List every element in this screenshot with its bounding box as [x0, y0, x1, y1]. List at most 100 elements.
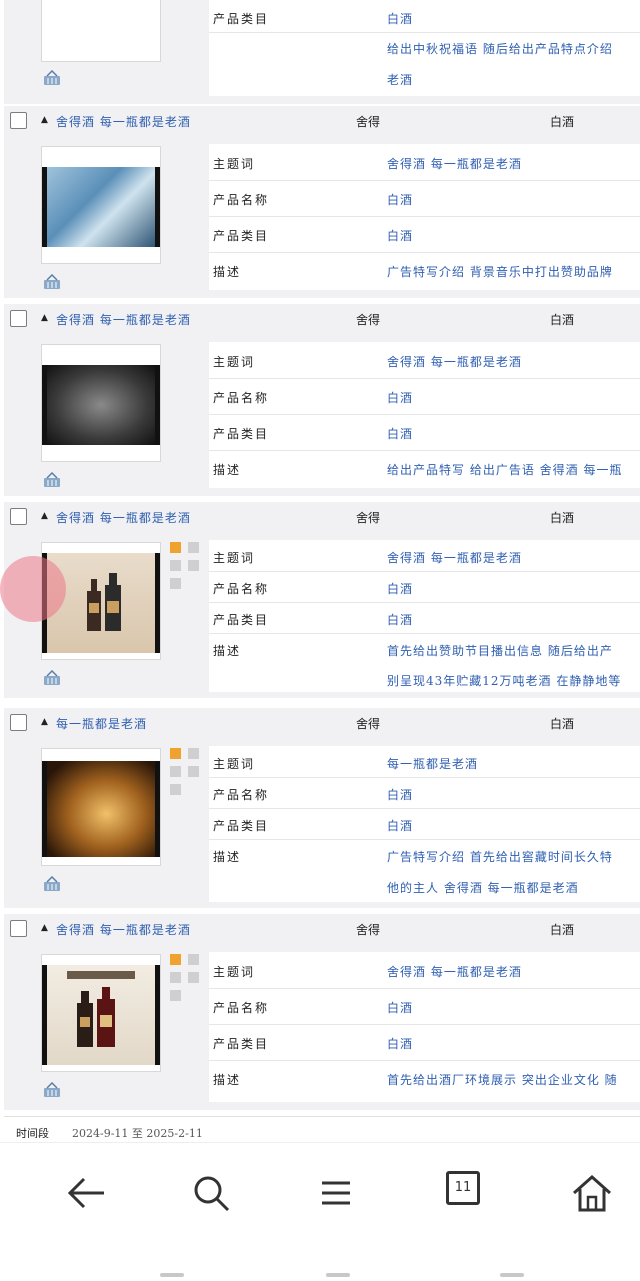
- search-button[interactable]: [182, 1167, 242, 1219]
- field-value-category[interactable]: 白酒: [387, 1035, 413, 1052]
- description-line[interactable]: 给出中秋祝福语 随后给出产品特点介绍: [387, 40, 613, 57]
- time-range-bar: 时间段 2024-9-11 至 2025-2-11: [4, 1116, 640, 1138]
- field-value-product-name[interactable]: 白酒: [387, 999, 413, 1016]
- marker-square: [170, 578, 181, 589]
- field-value-description[interactable]: 他的主人 舍得酒 每一瓶都是老酒: [387, 879, 579, 896]
- field-label-product-name: 产品名称: [213, 582, 270, 596]
- bottle-image-icon: [87, 573, 121, 631]
- collapse-triangle-icon[interactable]: ▲: [41, 923, 48, 933]
- field-label-description: 描述: [213, 850, 242, 864]
- marker-square: [188, 560, 199, 571]
- field-value-category[interactable]: 白酒: [387, 425, 413, 442]
- browser-bottom-nav: 11: [0, 1142, 640, 1281]
- basket-icon[interactable]: [42, 1082, 62, 1098]
- basket-icon[interactable]: [42, 876, 62, 892]
- field-label-category: 产品类目: [213, 12, 270, 26]
- field-value-description[interactable]: 别呈现43年贮藏12万吨老酒 在静静地等: [387, 672, 621, 689]
- collapse-triangle-icon[interactable]: ▲: [41, 511, 48, 521]
- marker-square: [170, 766, 181, 777]
- field-label-category: 产品类目: [213, 1037, 270, 1051]
- field-label-description: 描述: [213, 1073, 242, 1087]
- marker-square: [170, 972, 181, 983]
- record-fields: 主题词 舍得酒 每一瓶都是老酒 产品名称 白酒 产品类目 白酒 描述 广告特写介…: [209, 144, 640, 290]
- watermark-text: 元之谜中心: [48, 36, 129, 54]
- menu-button[interactable]: [306, 1167, 366, 1219]
- field-label-keyword: 主题词: [213, 965, 256, 979]
- back-arrow-icon: [67, 1177, 104, 1209]
- select-checkbox[interactable]: [10, 920, 27, 937]
- record-fields: 主题词 每一瓶都是老酒 产品名称 白酒 产品类目 白酒 描述 广告特写介绍 首先…: [209, 746, 640, 902]
- field-value-description[interactable]: 给出产品特写 给出广告语 舍得酒 每一瓶: [387, 461, 622, 478]
- product-thumbnail[interactable]: [41, 954, 161, 1072]
- record-category: 白酒: [550, 313, 575, 327]
- field-value-description[interactable]: 广告特写介绍 背景音乐中打出赞助品牌: [387, 263, 613, 280]
- field-value-keyword[interactable]: 每一瓶都是老酒: [387, 755, 478, 772]
- record-header: ▲ 舍得酒 每一瓶都是老酒 舍得 白酒: [4, 304, 640, 336]
- field-value-category[interactable]: 白酒: [387, 10, 413, 27]
- field-value-product-name[interactable]: 白酒: [387, 786, 413, 803]
- record-category: 白酒: [550, 511, 575, 525]
- record-item: ▲ 每一瓶都是老酒 舍得 白酒 主题词 每一瓶都是老酒 产品名称 白酒 产品类目…: [4, 708, 640, 908]
- field-value-keyword[interactable]: 舍得酒 每一瓶都是老酒: [387, 155, 522, 172]
- marker-square: [188, 954, 199, 965]
- record-brand: 舍得: [356, 115, 381, 129]
- field-value-keyword[interactable]: 舍得酒 每一瓶都是老酒: [387, 549, 522, 566]
- bottle-image-icon: [67, 971, 135, 1047]
- record-title-link[interactable]: 每一瓶都是老酒: [56, 715, 147, 732]
- field-value-product-name[interactable]: 白酒: [387, 191, 413, 208]
- field-label-keyword: 主题词: [213, 551, 256, 565]
- basket-icon[interactable]: [42, 472, 62, 488]
- field-value-description[interactable]: 首先给出赞助节目播出信息 随后给出产: [387, 642, 613, 659]
- search-icon: [194, 1176, 230, 1212]
- select-checkbox[interactable]: [10, 508, 27, 525]
- back-button[interactable]: [56, 1167, 116, 1219]
- description-line[interactable]: 老酒: [387, 71, 413, 88]
- select-checkbox[interactable]: [10, 714, 27, 731]
- gesture-bar: [500, 1273, 524, 1277]
- field-label-product-name: 产品名称: [213, 1001, 270, 1015]
- time-range-value[interactable]: 2024-9-11 至 2025-2-11: [72, 1125, 203, 1138]
- record-fields: 主题词 舍得酒 每一瓶都是老酒 产品名称 白酒 产品类目 白酒 描述 给出产品特…: [209, 342, 640, 488]
- record-fields: 主题词 舍得酒 每一瓶都是老酒 产品名称 白酒 产品类目 白酒 描述 首先给出赞…: [209, 540, 640, 692]
- field-value-description[interactable]: 广告特写介绍 首先给出窖藏时间长久特: [387, 848, 613, 865]
- record-item: ▲ 舍得酒 每一瓶都是老酒 舍得 白酒 主题词 舍得酒 每一瓶都是老酒 产品名称…: [4, 304, 640, 496]
- basket-icon[interactable]: [42, 70, 62, 86]
- field-value-product-name[interactable]: 白酒: [387, 580, 413, 597]
- record-title-link[interactable]: 舍得酒 每一瓶都是老酒: [56, 921, 191, 938]
- field-value-description[interactable]: 首先给出酒厂环境展示 突出企业文化 随: [387, 1071, 618, 1088]
- select-checkbox[interactable]: [10, 112, 27, 129]
- marker-square: [170, 954, 181, 965]
- record-category: 白酒: [550, 115, 575, 129]
- field-label-category: 产品类目: [213, 819, 270, 833]
- record-header: ▲ 每一瓶都是老酒 舍得 白酒: [4, 708, 640, 740]
- field-label-category: 产品类目: [213, 427, 270, 441]
- record-title-link[interactable]: 舍得酒 每一瓶都是老酒: [56, 113, 191, 130]
- collapse-triangle-icon[interactable]: ▲: [41, 717, 48, 727]
- gesture-bar: [160, 1273, 184, 1277]
- record-title-link[interactable]: 舍得酒 每一瓶都是老酒: [56, 509, 191, 526]
- field-value-category[interactable]: 白酒: [387, 611, 413, 628]
- field-value-keyword[interactable]: 舍得酒 每一瓶都是老酒: [387, 353, 522, 370]
- collapse-triangle-icon[interactable]: ▲: [41, 313, 48, 323]
- product-thumbnail[interactable]: [41, 748, 161, 866]
- basket-icon[interactable]: [42, 670, 62, 686]
- record-partial: 元之谜中心 产品类目 白酒 给出中秋祝福语 随后给出产品特点介绍 老酒: [4, 0, 640, 104]
- field-value-product-name[interactable]: 白酒: [387, 389, 413, 406]
- record-brand: 舍得: [356, 313, 381, 327]
- field-label-description: 描述: [213, 463, 242, 477]
- record-title-link[interactable]: 舍得酒 每一瓶都是老酒: [56, 311, 191, 328]
- product-thumbnail[interactable]: [41, 344, 161, 462]
- home-button[interactable]: [562, 1167, 622, 1219]
- field-value-category[interactable]: 白酒: [387, 817, 413, 834]
- collapse-triangle-icon[interactable]: ▲: [41, 115, 48, 125]
- field-value-category[interactable]: 白酒: [387, 227, 413, 244]
- field-value-keyword[interactable]: 舍得酒 每一瓶都是老酒: [387, 963, 522, 980]
- record-brand: 舍得: [356, 717, 381, 731]
- record-category: 白酒: [550, 717, 575, 731]
- tabs-button[interactable]: 11: [434, 1167, 494, 1219]
- product-thumbnail[interactable]: [41, 146, 161, 264]
- marker-square: [170, 748, 181, 759]
- basket-icon[interactable]: [42, 274, 62, 290]
- select-checkbox[interactable]: [10, 310, 27, 327]
- record-fields: 主题词 舍得酒 每一瓶都是老酒 产品名称 白酒 产品类目 白酒 描述 首先给出酒…: [209, 952, 640, 1102]
